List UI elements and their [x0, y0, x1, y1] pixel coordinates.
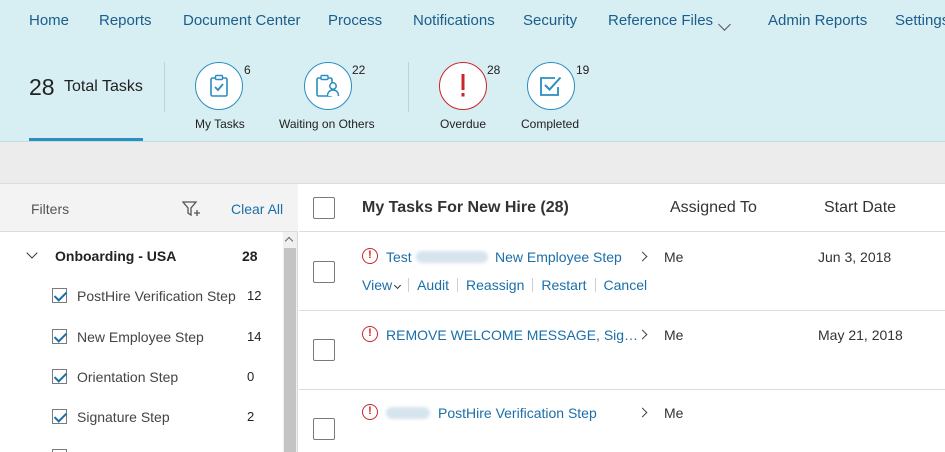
completed-label: Completed — [521, 117, 580, 131]
view-action[interactable]: View — [362, 277, 402, 293]
nav-notifications[interactable]: Notifications — [413, 12, 495, 29]
assigned-to: Me — [664, 327, 684, 343]
filter-item-count: 14 — [247, 329, 262, 344]
task-link[interactable]: REMOVE WELCOME MESSAGE, Sig… — [386, 327, 638, 343]
nav-document-center[interactable]: Document Center — [183, 12, 301, 29]
row-checkbox[interactable] — [313, 418, 335, 440]
task-prefix[interactable]: Test — [386, 249, 412, 265]
nav-security[interactable]: Security — [523, 12, 577, 29]
filter-item[interactable]: PostHire Verification Step 12 — [0, 286, 283, 308]
assigned-to: Me — [664, 249, 684, 265]
chevron-right-icon[interactable] — [637, 251, 648, 262]
my-tasks-label: My Tasks — [195, 117, 245, 131]
table-row: ! PostHire Verification Step Me — [299, 391, 945, 452]
filter-checkbox[interactable] — [52, 329, 67, 344]
filter-checkbox[interactable] — [52, 288, 67, 303]
chevron-down-icon[interactable] — [718, 18, 731, 31]
filters-header: Filters Clear All — [0, 184, 298, 232]
filter-item-label: Signature Step — [77, 409, 170, 425]
filters-panel: Filters Clear All Onboarding - USA 28 Po… — [0, 184, 298, 452]
filter-checkbox[interactable] — [52, 409, 67, 424]
filter-item-count: 0 — [247, 369, 255, 384]
divider — [164, 62, 165, 112]
person-clipboard-icon[interactable] — [304, 62, 352, 110]
scrollbar-thumb[interactable] — [284, 248, 296, 452]
clear-all-link[interactable]: Clear All — [231, 201, 283, 217]
filter-item-count: 2 — [247, 409, 255, 424]
nav-reports[interactable]: Reports — [99, 12, 152, 29]
completed-count: 19 — [576, 63, 590, 77]
start-date-header[interactable]: Start Date — [824, 199, 896, 217]
redacted-name — [416, 251, 488, 263]
chevron-down-icon[interactable] — [394, 281, 402, 290]
row-checkbox[interactable] — [313, 339, 335, 361]
task-link[interactable]: New Employee Step — [495, 249, 622, 265]
top-navigation: Home Reports Document Center Process Not… — [0, 0, 945, 42]
filter-checkbox[interactable] — [52, 369, 67, 384]
divider — [408, 62, 409, 112]
filter-item[interactable]: New Employee Step 14 — [0, 327, 283, 349]
chevron-right-icon[interactable] — [637, 407, 648, 418]
nav-home[interactable]: Home — [29, 12, 69, 29]
nav-process[interactable]: Process — [328, 12, 382, 29]
overdue-label: Overdue — [440, 117, 487, 131]
my-tasks-count: 6 — [244, 63, 251, 77]
checkbox-check-icon[interactable] — [527, 62, 575, 110]
filter-item-label: Orientation Step — [77, 369, 179, 385]
start-date: May 21, 2018 — [818, 327, 903, 343]
filter-group-label: Onboarding - USA — [55, 248, 177, 264]
assigned-to: Me — [664, 405, 684, 421]
filter-add-icon[interactable] — [181, 200, 202, 223]
filter-item-label: New Employee Step — [77, 329, 204, 345]
task-link[interactable]: PostHire Verification Step — [438, 405, 597, 421]
restart-action[interactable]: Restart — [541, 277, 586, 293]
waiting-label: Waiting on Others — [279, 117, 375, 131]
nav-settings[interactable]: Settings — [895, 12, 945, 29]
filter-item[interactable]: Signature Step 2 — [0, 407, 283, 429]
filters-title: Filters — [31, 201, 70, 217]
nav-admin-reports[interactable]: Admin Reports — [768, 12, 867, 29]
table-row: ! Test New Employee Step Me Jun 3, 2018 … — [299, 233, 945, 311]
total-tasks-count[interactable]: 28 — [29, 74, 55, 101]
exclamation-icon[interactable] — [439, 62, 487, 110]
tasks-table: My Tasks For New Hire (28) Assigned To S… — [299, 184, 945, 452]
toolbar-band — [0, 142, 945, 184]
overdue-alert-icon: ! — [362, 404, 378, 420]
reassign-action[interactable]: Reassign — [466, 277, 524, 293]
row-checkbox[interactable] — [313, 261, 335, 283]
overdue-alert-icon: ! — [362, 326, 378, 342]
filter-item[interactable] — [0, 447, 283, 452]
total-tasks-label[interactable]: Total Tasks — [64, 78, 143, 96]
nav-reference-files[interactable]: Reference Files — [608, 12, 713, 29]
waiting-count: 22 — [352, 63, 366, 77]
chevron-down-icon[interactable] — [26, 247, 38, 259]
tasks-table-header: My Tasks For New Hire (28) Assigned To S… — [299, 184, 945, 232]
clipboard-check-icon[interactable] — [195, 62, 243, 110]
filter-item-label: PostHire Verification Step — [77, 288, 236, 304]
filter-group-onboarding[interactable]: Onboarding - USA 28 — [0, 246, 283, 266]
cancel-action[interactable]: Cancel — [604, 277, 648, 293]
assigned-to-header[interactable]: Assigned To — [670, 199, 757, 217]
row-actions: View Audit Reassign Restart Cancel — [362, 277, 647, 293]
overdue-count: 28 — [487, 63, 501, 77]
table-row: ! REMOVE WELCOME MESSAGE, Sig… Me May 21… — [299, 312, 945, 390]
selected-tab-indicator — [29, 138, 143, 141]
select-all-checkbox[interactable] — [313, 197, 335, 219]
tasks-title: My Tasks For New Hire (28) — [362, 199, 569, 216]
filter-item[interactable]: Orientation Step 0 — [0, 367, 283, 389]
chevron-right-icon[interactable] — [637, 329, 648, 340]
filter-item-count: 12 — [247, 288, 262, 303]
audit-action[interactable]: Audit — [417, 277, 449, 293]
overdue-alert-icon: ! — [362, 248, 378, 264]
filter-group-count: 28 — [242, 248, 258, 264]
start-date: Jun 3, 2018 — [818, 249, 892, 265]
redacted-name — [386, 407, 430, 419]
task-summary-bar: 28 Total Tasks 6 My Tasks 22 Waiting on … — [0, 42, 945, 142]
